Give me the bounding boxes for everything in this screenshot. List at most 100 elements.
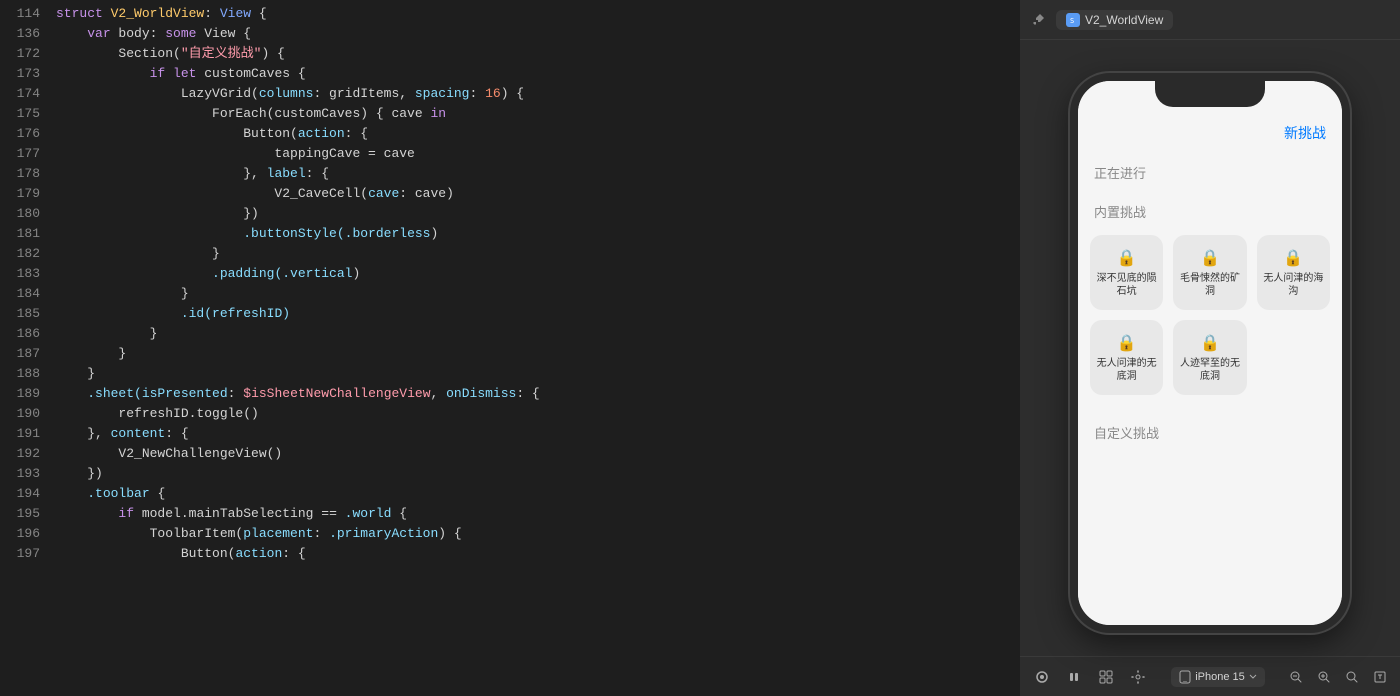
line-number: 194 (0, 484, 40, 504)
bottom-right-tools (1284, 665, 1392, 689)
preview-panel: S V2_WorldView 新挑战 正在进行 内置挑战 (1020, 0, 1400, 696)
lock-icon-3: 🔒 (1117, 333, 1137, 353)
line-number: 172 (0, 44, 40, 64)
line-number: 114 (0, 4, 40, 24)
device-selector[interactable]: iPhone 15 (1171, 667, 1265, 687)
code-line: .padding(.vertical) (56, 264, 1020, 284)
code-line: Section("自定义挑战") { (56, 44, 1020, 64)
section-builtin-header: 内置挑战 (1078, 194, 1342, 225)
cave-cell-2[interactable]: 🔒 无人问津的海沟 (1257, 235, 1330, 310)
code-line: if model.mainTabSelecting == .world { (56, 504, 1020, 524)
line-number: 178 (0, 164, 40, 184)
line-number: 186 (0, 324, 40, 344)
grid-btn[interactable] (1092, 663, 1120, 691)
svg-text:S: S (1070, 17, 1074, 25)
in-progress-space (1078, 186, 1342, 194)
swift-icon: S (1066, 13, 1080, 27)
pin-icon[interactable] (1028, 10, 1048, 30)
code-line: } (56, 244, 1020, 264)
line-number: 174 (0, 84, 40, 104)
preview-bottom-bar: iPhone 15 (1020, 656, 1400, 696)
line-number: 196 (0, 524, 40, 544)
iphone-frame: 新挑战 正在进行 内置挑战 🔒 深不见底的陨石坑 (1070, 73, 1350, 633)
line-number: 187 (0, 344, 40, 364)
line-number: 191 (0, 424, 40, 444)
line-number: 185 (0, 304, 40, 324)
cave-name-0: 深不见底的陨石坑 (1096, 272, 1157, 298)
code-line: Button(action: { (56, 544, 1020, 564)
lock-icon-1: 🔒 (1200, 248, 1220, 268)
app-content: 新挑战 正在进行 内置挑战 🔒 深不见底的陨石坑 (1078, 81, 1342, 486)
line-number: 179 (0, 184, 40, 204)
code-line: V2_NewChallengeView() (56, 444, 1020, 464)
code-line: Button(action: { (56, 124, 1020, 144)
code-line: } (56, 324, 1020, 344)
iphone-screen: 新挑战 正在进行 内置挑战 🔒 深不见底的陨石坑 (1078, 81, 1342, 625)
line-number: 195 (0, 504, 40, 524)
code-line: } (56, 364, 1020, 384)
code-line: refreshID.toggle() (56, 404, 1020, 424)
code-line: var body: some View { (56, 24, 1020, 44)
line-number: 181 (0, 224, 40, 244)
preview-toolbar: S V2_WorldView (1020, 0, 1400, 40)
line-number: 182 (0, 244, 40, 264)
line-number: 197 (0, 544, 40, 564)
cave-grid-row2: 🔒 无人问津的无底洞 🔒 人迹罕至的无底洞 (1078, 320, 1342, 405)
code-line: ToolbarItem(placement: .primaryAction) { (56, 524, 1020, 544)
bottom-left-tools (1028, 663, 1152, 691)
device-label: iPhone 15 (1195, 671, 1245, 683)
zoom-fit-btn[interactable] (1312, 665, 1336, 689)
code-line: }, content: { (56, 424, 1020, 444)
lock-icon-4: 🔒 (1200, 333, 1220, 353)
actual-size-btn[interactable] (1368, 665, 1392, 689)
live-preview-btn[interactable] (1028, 663, 1056, 691)
cave-name-3: 无人问津的无底洞 (1096, 357, 1157, 383)
line-number: 193 (0, 464, 40, 484)
cave-cell-1[interactable]: 🔒 毛骨悚然的矿洞 (1173, 235, 1246, 310)
lock-icon-0: 🔒 (1117, 248, 1137, 268)
line-number: 183 (0, 264, 40, 284)
code-line: } (56, 344, 1020, 364)
code-line: .toolbar { (56, 484, 1020, 504)
line-number: 189 (0, 384, 40, 404)
line-number: 177 (0, 144, 40, 164)
line-number: 192 (0, 444, 40, 464)
settings-btn[interactable] (1124, 663, 1152, 691)
code-line: } (56, 284, 1020, 304)
zoom-out-btn[interactable] (1284, 665, 1308, 689)
nav-new-challenge-button[interactable]: 新挑战 (1284, 123, 1326, 143)
line-number: 136 (0, 24, 40, 44)
line-number: 184 (0, 284, 40, 304)
preview-tab[interactable]: S V2_WorldView (1056, 10, 1173, 30)
nav-bar: 新挑战 (1078, 111, 1342, 155)
code-line: }) (56, 204, 1020, 224)
code-line: }) (56, 464, 1020, 484)
section-in-progress: 正在进行 (1078, 155, 1342, 186)
preview-content: 新挑战 正在进行 内置挑战 🔒 深不见底的陨石坑 (1020, 40, 1400, 656)
line-numbers: 1141361721731741751761771781791801811821… (0, 0, 48, 696)
cave-grid-row1: 🔒 深不见底的陨石坑 🔒 毛骨悚然的矿洞 🔒 (1078, 225, 1342, 320)
line-number: 173 (0, 64, 40, 84)
code-line: .buttonStyle(.borderless) (56, 224, 1020, 244)
code-editor[interactable]: 1141361721731741751761771781791801811821… (0, 0, 1020, 696)
code-line: LazyVGrid(columns: gridItems, spacing: 1… (56, 84, 1020, 104)
pause-btn[interactable] (1060, 663, 1088, 691)
cave-cell-3[interactable]: 🔒 无人问津的无底洞 (1090, 320, 1163, 395)
code-line: if let customCaves { (56, 64, 1020, 84)
line-number: 190 (0, 404, 40, 424)
cave-name-4: 人迹罕至的无底洞 (1179, 357, 1240, 383)
iphone-notch (1155, 81, 1265, 107)
line-number: 175 (0, 104, 40, 124)
code-line: }, label: { (56, 164, 1020, 184)
code-line: .sheet(isPresented: $isSheetNewChallenge… (56, 384, 1020, 404)
cave-cell-0[interactable]: 🔒 深不见底的陨石坑 (1090, 235, 1163, 310)
line-number: 180 (0, 204, 40, 224)
cave-cell-4[interactable]: 🔒 人迹罕至的无底洞 (1173, 320, 1246, 395)
code-line: struct V2_WorldView: View { (56, 4, 1020, 24)
code-content: struct V2_WorldView: View { var body: so… (48, 0, 1020, 696)
code-line: ForEach(customCaves) { cave in (56, 104, 1020, 124)
zoom-in-btn[interactable] (1340, 665, 1364, 689)
preview-tab-label: V2_WorldView (1085, 13, 1163, 27)
code-line: V2_CaveCell(cave: cave) (56, 184, 1020, 204)
line-number: 176 (0, 124, 40, 144)
